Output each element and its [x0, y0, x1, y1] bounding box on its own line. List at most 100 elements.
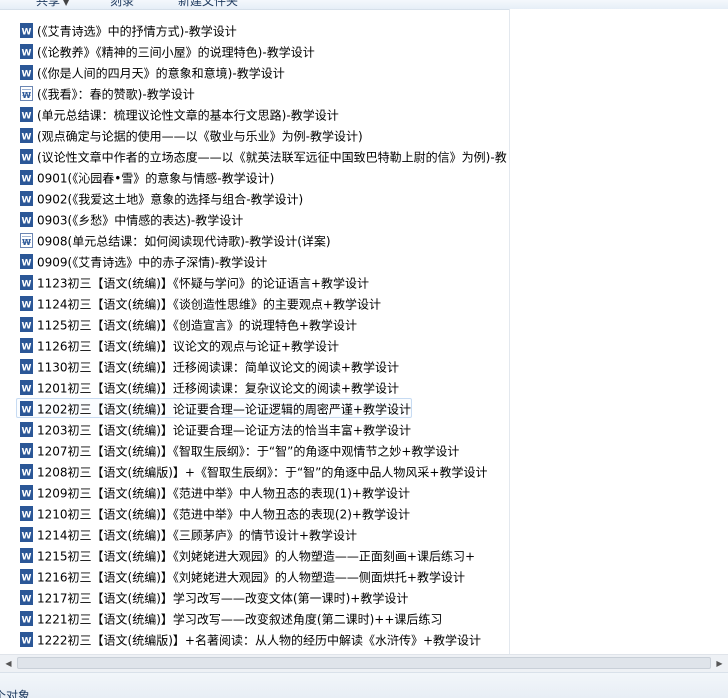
file-row[interactable]: W 1215初三【语文(统编)】《刘姥姥进大观园》的人物塑造——正面刻画+课后练习…: [16, 545, 476, 565]
word-doc-icon: W: [20, 611, 33, 626]
file-name: 0908(单元总结课：如何阅读现代诗歌)-教学设计(详案): [37, 234, 331, 249]
file-row[interactable]: W 1210初三【语文(统编)】《范进中举》中人物丑态的表现(2)+教学设计: [16, 503, 411, 523]
file-row[interactable]: W (《你是人间的四月天》的意象和意境)-教学设计: [16, 62, 286, 82]
file-row[interactable]: W 1217初三【语文(统编)】学习改写——改变文体(第一课时)+教学设计: [16, 587, 409, 607]
file-row[interactable]: W 1123初三【语文(统编)】《怀疑与学问》的论证语言+教学设计: [16, 272, 370, 292]
svg-text:W: W: [22, 280, 32, 290]
file-name: 1126初三【语文(统编)】议论文的观点与论证+教学设计: [37, 339, 339, 354]
share-menu-button[interactable]: 共享 ▼: [36, 0, 69, 9]
file-name: 0901(《沁园春•雪》的意象与情感-教学设计): [37, 171, 275, 186]
word-doc-icon: W: [20, 149, 33, 164]
file-row[interactable]: W 1125初三【语文(统编)】《创造宣言》的说理特色+教学设计: [16, 314, 358, 334]
word-doc-icon: W: [20, 338, 33, 353]
file-row[interactable]: W 1208初三【语文(统编版)】+《智取生辰纲》：于“智”的角逐中品人物风采+教…: [16, 461, 488, 481]
svg-text:W: W: [22, 259, 32, 269]
word-doc-icon: W: [20, 170, 33, 185]
file-row[interactable]: W 0909(《艾青诗选》中的赤子深情)-教学设计: [16, 251, 268, 271]
file-row[interactable]: W (议论性文章中作者的立场态度——以《就英法联军远征中国致巴特勒上尉的信》为例)…: [16, 146, 508, 166]
file-name: 1214初三【语文(统编)】《三顾茅庐》的情节设计+教学设计: [37, 528, 357, 543]
file-name: 1217初三【语文(统编)】学习改写——改变文体(第一课时)+教学设计: [37, 591, 409, 606]
file-row[interactable]: W 0908(单元总结课：如何阅读现代诗歌)-教学设计(详案): [16, 230, 332, 250]
file-row[interactable]: W (单元总结课：梳理议论性文章的基本行文思路)-教学设计: [16, 104, 340, 124]
horizontal-scrollbar[interactable]: ◀ ▶: [0, 654, 728, 672]
file-row[interactable]: W 1202初三【语文(统编)】论证要合理—论证逻辑的周密严谨+教学设计: [16, 398, 412, 418]
svg-text:W: W: [22, 91, 31, 100]
svg-text:W: W: [22, 238, 31, 247]
file-name: 0909(《艾青诗选》中的赤子深情)-教学设计: [37, 255, 268, 270]
word-doc-icon: W: [20, 527, 33, 542]
file-row[interactable]: W (《艾青诗选》中的抒情方式)-教学设计: [16, 20, 238, 40]
burn-label: 刻录: [110, 0, 135, 8]
scroll-right-arrow-icon[interactable]: ▶: [711, 655, 728, 672]
file-row[interactable]: W 1130初三【语文(统编)】迁移阅读课：简单议论文的阅读+教学设计: [16, 356, 400, 376]
file-name: 1201初三【语文(统编)】迁移阅读课：复杂议论文的阅读+教学设计: [37, 381, 399, 396]
word-doc-icon: W: [20, 212, 33, 227]
file-list: W (《艾青诗选》中的抒情方式)-教学设计 W (《论教养》《精神的三间小屋》的说理特…: [0, 9, 509, 654]
share-label: 共享: [36, 0, 61, 8]
chevron-down-icon: ▼: [63, 0, 70, 7]
file-name: (单元总结课：梳理议论性文章的基本行文思路)-教学设计: [37, 108, 339, 123]
file-name: (《论教养》《精神的三间小屋》的说理特色)-教学设计: [37, 45, 315, 60]
word-doc-icon: W: [20, 128, 33, 143]
word-doc-icon: W: [20, 401, 33, 416]
svg-text:W: W: [22, 427, 32, 437]
file-name: (《我看》：春的赞歌)-教学设计: [37, 87, 195, 102]
file-name: 1222初三【语文(统编版)】+名著阅读：从人物的经历中解读《水浒传》+教学设计: [37, 633, 482, 648]
scrollbar-thumb[interactable]: [17, 657, 711, 669]
svg-text:W: W: [22, 196, 32, 206]
word-doc-icon: W: [20, 632, 33, 647]
burn-button[interactable]: 刻录: [110, 0, 134, 9]
word-doc-icon: W: [20, 548, 33, 563]
word-doc-icon: W: [20, 590, 33, 605]
file-row[interactable]: W 1216初三【语文(统编)】《刘姥姥进大观园》的人物塑造——侧面烘托+教学设计: [16, 566, 466, 586]
word-doc-icon: W: [20, 317, 33, 332]
svg-text:W: W: [22, 385, 32, 395]
file-name: 0903(《乡愁》中情感的表达)-教学设计: [37, 213, 244, 228]
svg-text:W: W: [22, 406, 32, 416]
svg-text:W: W: [22, 154, 32, 164]
file-name: 1216初三【语文(统编)】《刘姥姥进大观园》的人物塑造——侧面烘托+教学设计: [37, 570, 465, 585]
svg-text:W: W: [22, 469, 32, 479]
file-row[interactable]: W (《论教养》《精神的三间小屋》的说理特色)-教学设计: [16, 41, 316, 61]
word-doc-icon: W: [20, 254, 33, 269]
file-row[interactable]: W 1124初三【语文(统编)】《谈创造性思维》的主要观点+教学设计: [16, 293, 382, 313]
word-doc-legacy-icon: W: [20, 86, 33, 101]
file-row[interactable]: W 1209初三【语文(统编)】《范进中举》中人物丑态的表现(1)+教学设计: [16, 482, 411, 502]
word-doc-icon: W: [20, 191, 33, 206]
item-count-text: 个对象: [0, 689, 31, 698]
svg-text:W: W: [22, 301, 32, 311]
file-name: (观点确定与论据的使用——以《敬业与乐业》为例-教学设计): [37, 129, 363, 144]
file-row[interactable]: W 1203初三【语文(统编)】论证要合理—论证方法的恰当丰富+教学设计: [16, 419, 412, 439]
file-row[interactable]: W 1222初三【语文(统编版)】+名著阅读：从人物的经历中解读《水浒传》+教学设…: [16, 629, 482, 649]
file-row[interactable]: W 1221初三【语文(统编)】学习改写——改变叙述角度(第二课时)++课后练习: [16, 608, 443, 628]
file-name: (《艾青诗选》中的抒情方式)-教学设计: [37, 24, 237, 39]
file-name: 1209初三【语文(统编)】《范进中举》中人物丑态的表现(1)+教学设计: [37, 486, 410, 501]
word-doc-icon: W: [20, 275, 33, 290]
file-row[interactable]: W 0903(《乡愁》中情感的表达)-教学设计: [16, 209, 244, 229]
svg-text:W: W: [22, 343, 32, 353]
svg-text:W: W: [22, 574, 32, 584]
file-name: 0902(《我爱这土地》意象的选择与组合-教学设计): [37, 192, 304, 207]
file-row[interactable]: W 1207初三【语文(统编)】《智取生辰纲》：于“智”的角逐中观情节之妙+教学设…: [16, 440, 460, 460]
word-doc-icon: W: [20, 65, 33, 80]
new-folder-button[interactable]: 新建文件夹: [178, 0, 238, 9]
svg-text:W: W: [22, 616, 32, 626]
svg-text:W: W: [22, 49, 32, 59]
svg-text:W: W: [22, 490, 32, 500]
svg-text:W: W: [22, 322, 32, 332]
file-name: 1202初三【语文(统编)】论证要合理—论证逻辑的周密严谨+教学设计: [37, 402, 411, 417]
file-name: 1208初三【语文(统编版)】+《智取生辰纲》：于“智”的角逐中品人物风采+教学…: [37, 465, 488, 480]
file-row[interactable]: W 0901(《沁园春•雪》的意象与情感-教学设计): [16, 167, 275, 187]
svg-text:W: W: [22, 448, 32, 458]
file-row[interactable]: W 1126初三【语文(统编)】议论文的观点与论证+教学设计: [16, 335, 340, 355]
file-row[interactable]: W (观点确定与论据的使用——以《敬业与乐业》为例-教学设计): [16, 125, 364, 145]
file-row[interactable]: W (《我看》：春的赞歌)-教学设计: [16, 83, 196, 103]
file-row[interactable]: W 1201初三【语文(统编)】迁移阅读课：复杂议论文的阅读+教学设计: [16, 377, 400, 397]
svg-text:W: W: [22, 553, 32, 563]
file-row[interactable]: W 0902(《我爱这土地》意象的选择与组合-教学设计): [16, 188, 304, 208]
file-row[interactable]: W 1214初三【语文(统编)】《三顾茅庐》的情节设计+教学设计: [16, 524, 358, 544]
scroll-left-arrow-icon[interactable]: ◀: [0, 655, 17, 672]
word-doc-icon: W: [20, 569, 33, 584]
file-name: 1125初三【语文(统编)】《创造宣言》的说理特色+教学设计: [37, 318, 357, 333]
file-name: 1130初三【语文(统编)】迁移阅读课：简单议论文的阅读+教学设计: [37, 360, 399, 375]
